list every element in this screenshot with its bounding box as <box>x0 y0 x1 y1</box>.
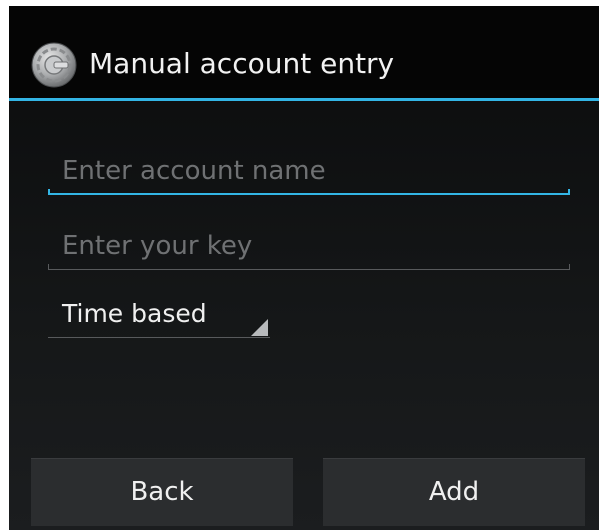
key-field[interactable] <box>48 224 570 270</box>
spinner-corner-arrow-icon <box>251 319 268 336</box>
page-title: Manual account entry <box>89 47 395 80</box>
type-spinner[interactable]: Time based <box>48 294 270 338</box>
key-input[interactable] <box>48 224 570 268</box>
title-bar: Manual account entry <box>9 6 599 98</box>
google-authenticator-icon <box>31 42 77 88</box>
account-name-field[interactable] <box>48 149 570 195</box>
title-divider <box>9 98 599 101</box>
type-spinner-selected: Time based <box>62 299 207 328</box>
type-spinner-underline <box>48 337 270 338</box>
manual-account-entry-screen: Manual account entry Time based Back Add <box>9 6 599 530</box>
key-underline <box>48 264 570 270</box>
account-name-input[interactable] <box>48 149 570 193</box>
add-button[interactable]: Add <box>323 458 585 526</box>
back-button[interactable]: Back <box>31 458 293 526</box>
account-name-underline <box>48 189 570 195</box>
